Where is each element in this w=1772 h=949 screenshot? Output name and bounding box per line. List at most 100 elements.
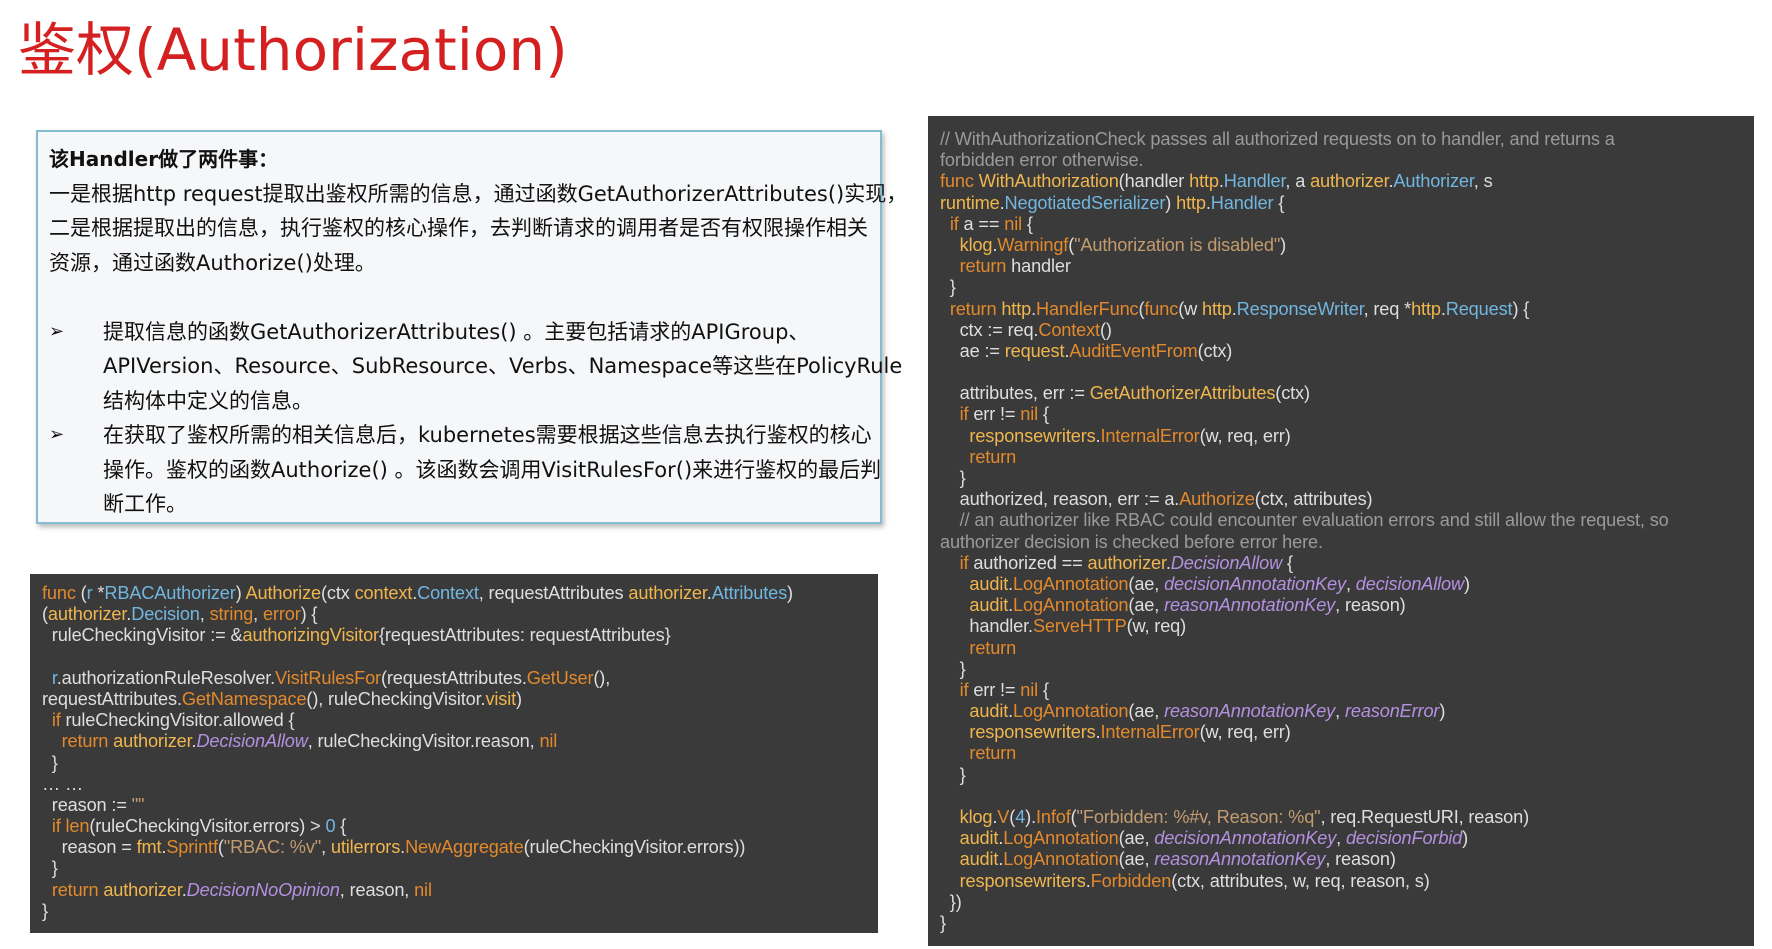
code-line: return (940, 638, 1746, 659)
code-token: http (1411, 298, 1441, 319)
code-token: } (42, 752, 58, 773)
code-line: } (42, 858, 868, 879)
with-authorization-code-block: // WithAuthorizationCheck passes all aut… (928, 116, 1754, 946)
code-token: Context (1038, 319, 1100, 340)
code-token: func (940, 171, 974, 192)
code-token: DecisionAllow (1170, 552, 1283, 573)
code-token: .authorizationRuleResolver. (56, 667, 276, 688)
code-token: Forbidden (1090, 870, 1172, 891)
code-token: NewAggregate (405, 837, 524, 858)
code-token: , (199, 604, 210, 625)
bullet-line: APIVersion、Resource、SubResource、Verbs、Na… (103, 354, 903, 378)
code-line: if authorized == authorizer.DecisionAllo… (940, 553, 1746, 574)
code-token: , (1336, 828, 1346, 849)
code-line: authorized, reason, err := a.Authorize(c… (940, 489, 1746, 510)
code-token: (requestAttributes. (380, 667, 527, 688)
code-token: return (969, 743, 1017, 764)
code-token: forbidden error otherwise. (940, 150, 1144, 171)
code-line: ae := request.AuditEventFrom(ctx) (940, 341, 1746, 362)
slide-title: 鉴权(Authorization) (18, 16, 568, 84)
code-line: if err != nil { (940, 404, 1746, 425)
code-token: context (354, 583, 413, 603)
code-token: } (42, 858, 58, 879)
code-token: } (940, 658, 966, 679)
code-token: nil (539, 731, 558, 752)
code-token: err != (968, 679, 1021, 700)
code-token: return (949, 298, 997, 319)
code-token: "Authorization is disabled" (1074, 234, 1281, 255)
code-token: runtime (940, 192, 1000, 213)
code-token: , req.RequestURI, reason) (1320, 807, 1530, 827)
code-token: (ctx (321, 583, 355, 603)
code-token: ). (1025, 807, 1036, 827)
code-token: InternalError (1100, 722, 1200, 743)
code-line: // WithAuthorizationCheck passes all aut… (940, 129, 1746, 150)
code-token: , (1335, 701, 1345, 722)
code-token: return (969, 637, 1017, 658)
code-line: runtime.NegotiatedSerializer) http.Handl… (940, 193, 1746, 214)
code-token: WithAuthorization (978, 171, 1119, 192)
code-token: DecisionNoOpinion (186, 879, 340, 900)
code-token: responsewriters (959, 870, 1086, 891)
code-line: ctx := req.Context() (940, 320, 1746, 341)
code-token: , ruleCheckingVisitor.reason, (307, 731, 540, 752)
code-token: authorizer (47, 604, 127, 625)
code-line: if ruleCheckingVisitor.allowed { (42, 710, 868, 731)
code-token: (ctx) (1275, 383, 1310, 404)
code-token: return (969, 446, 1017, 467)
code-token: nil (414, 879, 432, 900)
code-token: Authorizer (1393, 171, 1474, 192)
code-token: responsewriters (969, 425, 1096, 446)
code-token: ) { (300, 604, 318, 625)
code-token: ) (1464, 573, 1470, 594)
code-token: request (1004, 340, 1065, 361)
code-token: handler (1006, 256, 1071, 277)
code-line: audit.LogAnnotation(ae, reasonAnnotation… (940, 849, 1746, 870)
bullet-line: 提取信息的函数GetAuthorizerAttributes() 。主要包括请求… (103, 319, 810, 344)
code-token: string (209, 604, 254, 625)
code-token: ) (1280, 234, 1287, 255)
code-line: klog.V(4).Infof("Forbidden: %#v, Reason:… (940, 807, 1746, 828)
code-token: ) (1165, 192, 1177, 213)
code-token: ) (1439, 701, 1446, 722)
code-token: responsewriters (969, 722, 1096, 743)
code-line: if a == nil { (940, 214, 1746, 235)
code-token: 0 (325, 816, 336, 837)
code-token: Warningf (997, 234, 1069, 255)
code-line: … … (42, 774, 868, 795)
code-token: klog (959, 234, 993, 255)
code-token: Attributes (711, 583, 788, 603)
code-line: return authorizer.DecisionNoOpinion, rea… (42, 880, 868, 901)
code-token: }) (940, 891, 962, 912)
code-token: , (1345, 573, 1356, 594)
description-box: 该Handler做了两件事： 一是根据http request提取出鉴权所需的信… (36, 130, 907, 524)
code-line: if len(ruleCheckingVisitor.errors) > 0 { (42, 816, 868, 837)
code-token: Handler (1210, 192, 1274, 213)
code-token: return (51, 879, 99, 900)
bullet-line: 在获取了鉴权所需的相关信息后，kubernetes需要根据这些信息去执行鉴权的核… (103, 423, 872, 447)
code-token: len (65, 816, 90, 837)
code-token: reasonAnnotationKey (1154, 849, 1326, 870)
code-token: "RBAC: %v" (223, 837, 322, 858)
code-line: func (r *RBACAuthorizer) Authorize(ctx c… (42, 583, 868, 604)
code-token: audit (969, 595, 1009, 616)
code-token: "Forbidden: %#v, Reason: %q" (1076, 807, 1321, 827)
code-token: nil (1004, 213, 1022, 234)
code-line: requestAttributes.GetNamespace(), ruleCh… (42, 689, 868, 710)
code-token: authorizer (1310, 171, 1389, 192)
code-line: return (940, 743, 1746, 764)
code-line: func WithAuthorization(handler http.Hand… (940, 171, 1746, 192)
code-token: (ae, (1128, 595, 1165, 616)
